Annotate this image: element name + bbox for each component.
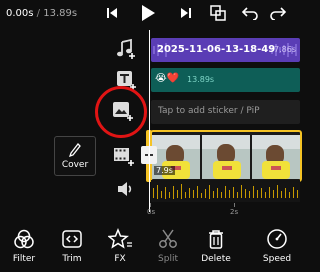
speed-label: Speed (262, 254, 292, 264)
split-button[interactable]: Split (146, 228, 190, 270)
skip-forward-icon (181, 8, 191, 18)
play-icon (142, 5, 155, 21)
add-music-button[interactable] (113, 36, 139, 62)
skip-to-start-button[interactable] (102, 2, 122, 24)
redo-icon (270, 7, 287, 20)
music-add-icon (117, 38, 135, 59)
star-effects-icon (108, 228, 132, 249)
current-time: 0.00s (6, 8, 34, 19)
trim-button[interactable]: Trim (50, 228, 94, 270)
scissors-icon (159, 229, 177, 248)
add-clip-button[interactable] (111, 143, 137, 169)
time-readout: 0.00s / 13.89s (6, 8, 77, 19)
fx-label: FX (114, 254, 126, 264)
undo-icon (241, 7, 258, 20)
text-duration: 13.89s (187, 75, 215, 84)
sticker-placeholder-text: Tap to add sticker / PiP (158, 106, 260, 116)
skip-back-icon (107, 8, 117, 18)
image-add-icon (113, 102, 133, 121)
original-audio-waveform (151, 180, 300, 202)
trash-icon (209, 230, 223, 249)
speaker-icon (118, 182, 132, 196)
cover-button[interactable]: Cover (54, 136, 96, 176)
sticker-track-placeholder[interactable]: Tap to add sticker / PiP (151, 100, 300, 124)
video-frame-2 (202, 135, 250, 179)
trim-label: Trim (62, 254, 82, 264)
picture-in-picture-icon (210, 5, 226, 21)
audio-title: 2025-11-06-13-18-49 (157, 44, 276, 55)
cover-label: Cover (61, 159, 89, 170)
delete-button[interactable]: Delete (194, 228, 238, 270)
ruler-mark: 2s (230, 208, 239, 216)
time-separator: / (36, 8, 41, 19)
delete-label: Delete (201, 254, 231, 264)
pencil-icon (69, 142, 81, 157)
filter-button[interactable]: Filter (2, 228, 46, 270)
fx-button[interactable]: FX (98, 228, 142, 270)
playhead[interactable] (149, 30, 150, 212)
split-label: Split (158, 254, 178, 264)
trim-icon (62, 230, 82, 248)
redo-button[interactable] (268, 2, 288, 24)
volume-button[interactable] (113, 176, 139, 202)
video-duration: 7.9s (154, 166, 175, 175)
audio-duration: 7.86s (274, 45, 296, 54)
add-sticker-button[interactable] (110, 98, 136, 124)
fullscreen-button[interactable] (208, 2, 228, 24)
audio-track-clip[interactable]: 2025-11-06-13-18-49 7.86s (151, 38, 300, 62)
video-frame-3 (252, 135, 300, 179)
skip-to-end-button[interactable] (176, 2, 196, 24)
film-add-icon (114, 148, 134, 166)
ruler-start: 0s (147, 208, 156, 216)
total-time: 13.89s (43, 8, 78, 19)
filter-icon (14, 229, 34, 249)
text-track-clip[interactable]: 😭❤️ 13.89s (151, 68, 300, 92)
speed-button[interactable]: Speed (255, 228, 299, 270)
video-track-clip[interactable]: 7.9s (150, 130, 302, 182)
speedometer-icon (267, 229, 287, 249)
undo-button[interactable] (240, 2, 260, 24)
play-button[interactable] (138, 2, 158, 24)
text-emoji: 😭❤️ (155, 73, 180, 84)
timeline-ruler: 0s 2s (147, 203, 300, 219)
filter-label: Filter (12, 254, 36, 264)
